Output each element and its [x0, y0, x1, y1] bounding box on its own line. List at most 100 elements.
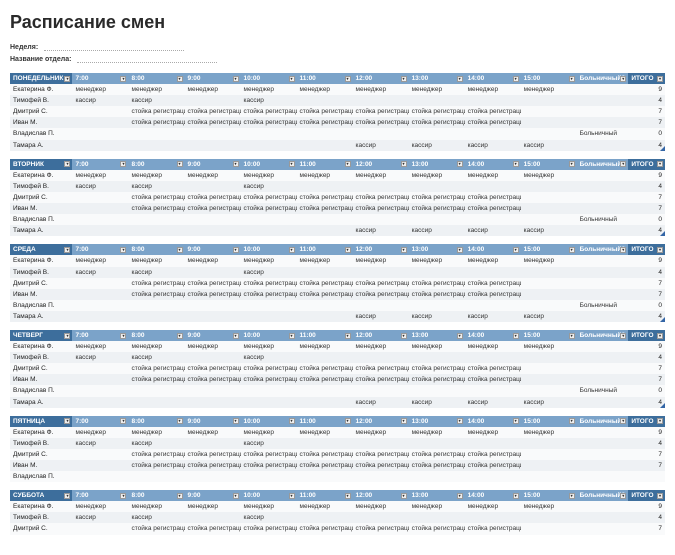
- day-header[interactable]: СРЕДА▾: [10, 244, 72, 255]
- filter-dropdown-icon[interactable]: ▾: [620, 76, 626, 82]
- filter-dropdown-icon[interactable]: ▾: [657, 247, 663, 253]
- hour-header[interactable]: 15:00▾: [521, 159, 577, 170]
- shift-cell[interactable]: [185, 267, 241, 278]
- shift-cell[interactable]: кассир: [521, 140, 577, 151]
- hour-header[interactable]: 8:00▾: [128, 490, 184, 501]
- shift-cell[interactable]: [297, 225, 353, 236]
- hour-header[interactable]: 13:00▾: [409, 244, 465, 255]
- shift-cell[interactable]: [353, 300, 409, 311]
- shift-cell[interactable]: [185, 128, 241, 139]
- sick-cell[interactable]: [577, 289, 629, 300]
- filter-dropdown-icon[interactable]: ▾: [289, 76, 295, 82]
- filter-dropdown-icon[interactable]: ▾: [233, 418, 239, 424]
- hour-header[interactable]: 14:00▾: [465, 73, 521, 84]
- shift-cell[interactable]: менеджер: [409, 341, 465, 352]
- shift-cell[interactable]: кассир: [409, 225, 465, 236]
- shift-cell[interactable]: [128, 300, 184, 311]
- shift-cell[interactable]: стойка регистрации: [297, 374, 353, 385]
- shift-cell[interactable]: [128, 385, 184, 396]
- filter-dropdown-icon[interactable]: ▾: [345, 418, 351, 424]
- filter-dropdown-icon[interactable]: ▾: [401, 247, 407, 253]
- shift-cell[interactable]: [297, 352, 353, 363]
- meta-week-input[interactable]: [44, 43, 184, 51]
- sick-cell[interactable]: Больничный: [577, 214, 629, 225]
- shift-cell[interactable]: стойка регистрации: [241, 192, 297, 203]
- hour-header[interactable]: 13:00▾: [409, 73, 465, 84]
- shift-cell[interactable]: кассир: [353, 225, 409, 236]
- shift-cell[interactable]: стойка регистрации: [465, 117, 521, 128]
- shift-cell[interactable]: менеджер: [465, 84, 521, 95]
- shift-cell[interactable]: менеджер: [72, 341, 128, 352]
- shift-cell[interactable]: [297, 385, 353, 396]
- shift-cell[interactable]: менеджер: [185, 501, 241, 512]
- shift-cell[interactable]: кассир: [128, 181, 184, 192]
- shift-cell[interactable]: стойка регистрации: [353, 523, 409, 534]
- shift-cell[interactable]: кассир: [521, 311, 577, 322]
- shift-cell[interactable]: кассир: [128, 267, 184, 278]
- filter-dropdown-icon[interactable]: ▾: [657, 76, 663, 82]
- hour-header[interactable]: 11:00▾: [297, 159, 353, 170]
- filter-dropdown-icon[interactable]: ▾: [569, 493, 575, 499]
- shift-cell[interactable]: стойка регистрации: [128, 106, 184, 117]
- sick-cell[interactable]: [577, 352, 629, 363]
- shift-cell[interactable]: кассир: [353, 397, 409, 408]
- shift-cell[interactable]: [409, 95, 465, 106]
- shift-cell[interactable]: [72, 106, 128, 117]
- shift-cell[interactable]: [409, 267, 465, 278]
- shift-cell[interactable]: [185, 385, 241, 396]
- shift-cell[interactable]: менеджер: [521, 170, 577, 181]
- shift-cell[interactable]: стойка регистрации: [185, 374, 241, 385]
- filter-dropdown-icon[interactable]: ▾: [120, 247, 126, 253]
- filter-dropdown-icon[interactable]: ▾: [289, 493, 295, 499]
- shift-cell[interactable]: [297, 181, 353, 192]
- shift-cell[interactable]: менеджер: [409, 255, 465, 266]
- sick-cell[interactable]: Больничный: [577, 128, 629, 139]
- shift-cell[interactable]: стойка регистрации: [297, 278, 353, 289]
- shift-cell[interactable]: [72, 460, 128, 471]
- shift-cell[interactable]: стойка регистрации: [241, 523, 297, 534]
- sick-cell[interactable]: [577, 341, 629, 352]
- hour-header[interactable]: 9:00▾: [185, 244, 241, 255]
- hour-header[interactable]: 15:00▾: [521, 330, 577, 341]
- shift-cell[interactable]: [72, 192, 128, 203]
- shift-cell[interactable]: менеджер: [241, 84, 297, 95]
- shift-cell[interactable]: [521, 460, 577, 471]
- shift-cell[interactable]: кассир: [409, 397, 465, 408]
- filter-dropdown-icon[interactable]: ▾: [177, 493, 183, 499]
- shift-cell[interactable]: стойка регистрации: [353, 278, 409, 289]
- shift-cell[interactable]: [297, 397, 353, 408]
- shift-cell[interactable]: кассир: [465, 397, 521, 408]
- sick-cell[interactable]: [577, 460, 629, 471]
- shift-cell[interactable]: стойка регистрации: [465, 449, 521, 460]
- filter-dropdown-icon[interactable]: ▾: [569, 247, 575, 253]
- shift-cell[interactable]: стойка регистрации: [241, 106, 297, 117]
- shift-cell[interactable]: [409, 512, 465, 523]
- sick-cell[interactable]: [577, 267, 629, 278]
- filter-dropdown-icon[interactable]: ▾: [401, 76, 407, 82]
- shift-cell[interactable]: [353, 352, 409, 363]
- hour-header[interactable]: 10:00▾: [241, 490, 297, 501]
- shift-cell[interactable]: менеджер: [128, 255, 184, 266]
- filter-dropdown-icon[interactable]: ▾: [64, 76, 70, 82]
- shift-cell[interactable]: [465, 385, 521, 396]
- shift-cell[interactable]: [72, 300, 128, 311]
- sick-header[interactable]: Больничный?▾: [577, 244, 629, 255]
- shift-cell[interactable]: менеджер: [353, 341, 409, 352]
- sick-cell[interactable]: Больничный: [577, 385, 629, 396]
- shift-cell[interactable]: менеджер: [297, 255, 353, 266]
- filter-dropdown-icon[interactable]: ▾: [120, 418, 126, 424]
- shift-cell[interactable]: стойка регистрации: [241, 460, 297, 471]
- shift-cell[interactable]: менеджер: [72, 501, 128, 512]
- filter-dropdown-icon[interactable]: ▾: [289, 418, 295, 424]
- filter-dropdown-icon[interactable]: ▾: [401, 493, 407, 499]
- day-header[interactable]: ВТОРНИК▾: [10, 159, 72, 170]
- shift-cell[interactable]: [521, 203, 577, 214]
- filter-dropdown-icon[interactable]: ▾: [657, 418, 663, 424]
- shift-cell[interactable]: [72, 289, 128, 300]
- shift-cell[interactable]: [128, 214, 184, 225]
- shift-cell[interactable]: [353, 471, 409, 482]
- shift-cell[interactable]: [72, 203, 128, 214]
- total-header[interactable]: ИТОГО▾: [628, 244, 665, 255]
- sick-cell[interactable]: [577, 255, 629, 266]
- shift-cell[interactable]: [521, 278, 577, 289]
